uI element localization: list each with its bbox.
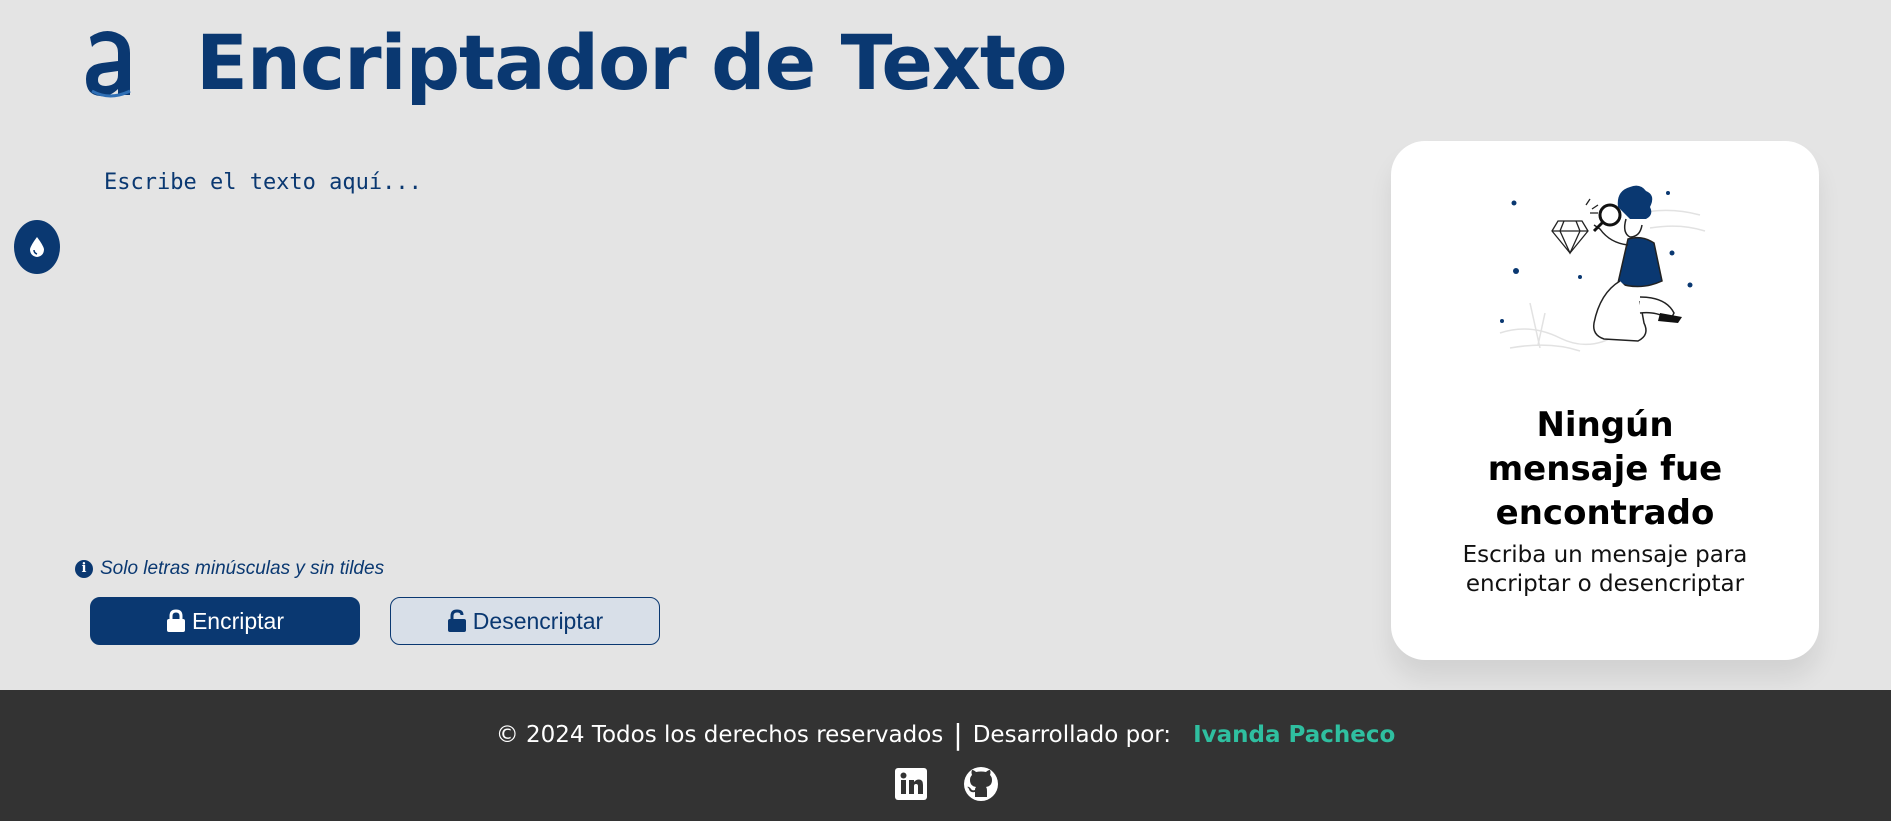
github-icon[interactable]: [963, 766, 999, 802]
encrypt-button[interactable]: Encriptar: [90, 597, 360, 645]
input-hint: i Solo letras minúsculas y sin tildes: [75, 558, 384, 580]
decrypt-button-label: Desencriptar: [472, 607, 604, 634]
developed-by-label: Desarrollado por:: [972, 721, 1172, 748]
footer-separator: |: [953, 718, 963, 751]
footer-credits: © 2024 Todos los derechos reservados | D…: [0, 718, 1891, 751]
author-name: Ivanda Pacheco: [1193, 721, 1396, 748]
alura-logo-icon: [80, 25, 136, 101]
copyright-text: © 2024 Todos los derechos reservados: [495, 721, 944, 748]
unlock-icon: [447, 609, 466, 632]
empty-state-title: Ningún mensaje fue encontrado: [1487, 405, 1723, 533]
hint-text: Solo letras minúsculas y sin tildes: [100, 558, 385, 579]
encrypt-button-label: Encriptar: [191, 607, 285, 634]
page-footer: © 2024 Todos los derechos reservados | D…: [0, 690, 1891, 821]
linkedin-icon[interactable]: [893, 766, 929, 802]
droplet-icon: [30, 237, 44, 257]
theme-toggle-button[interactable]: [14, 220, 60, 274]
page-title: Encriptador de Texto: [196, 18, 1067, 107]
info-circle-icon: i: [75, 560, 93, 578]
lock-icon: [166, 609, 185, 632]
person-with-magnifying-glass-illustration: [1499, 185, 1706, 352]
decrypt-button[interactable]: Desencriptar: [390, 597, 660, 645]
message-input[interactable]: [104, 170, 1344, 530]
social-links: [0, 766, 1891, 802]
empty-state-text: Escriba un mensaje para encriptar o dese…: [1462, 542, 1748, 597]
output-card: Ningún mensaje fue encontrado Escriba un…: [1391, 141, 1819, 660]
page-header: Encriptador de Texto: [80, 18, 1067, 107]
